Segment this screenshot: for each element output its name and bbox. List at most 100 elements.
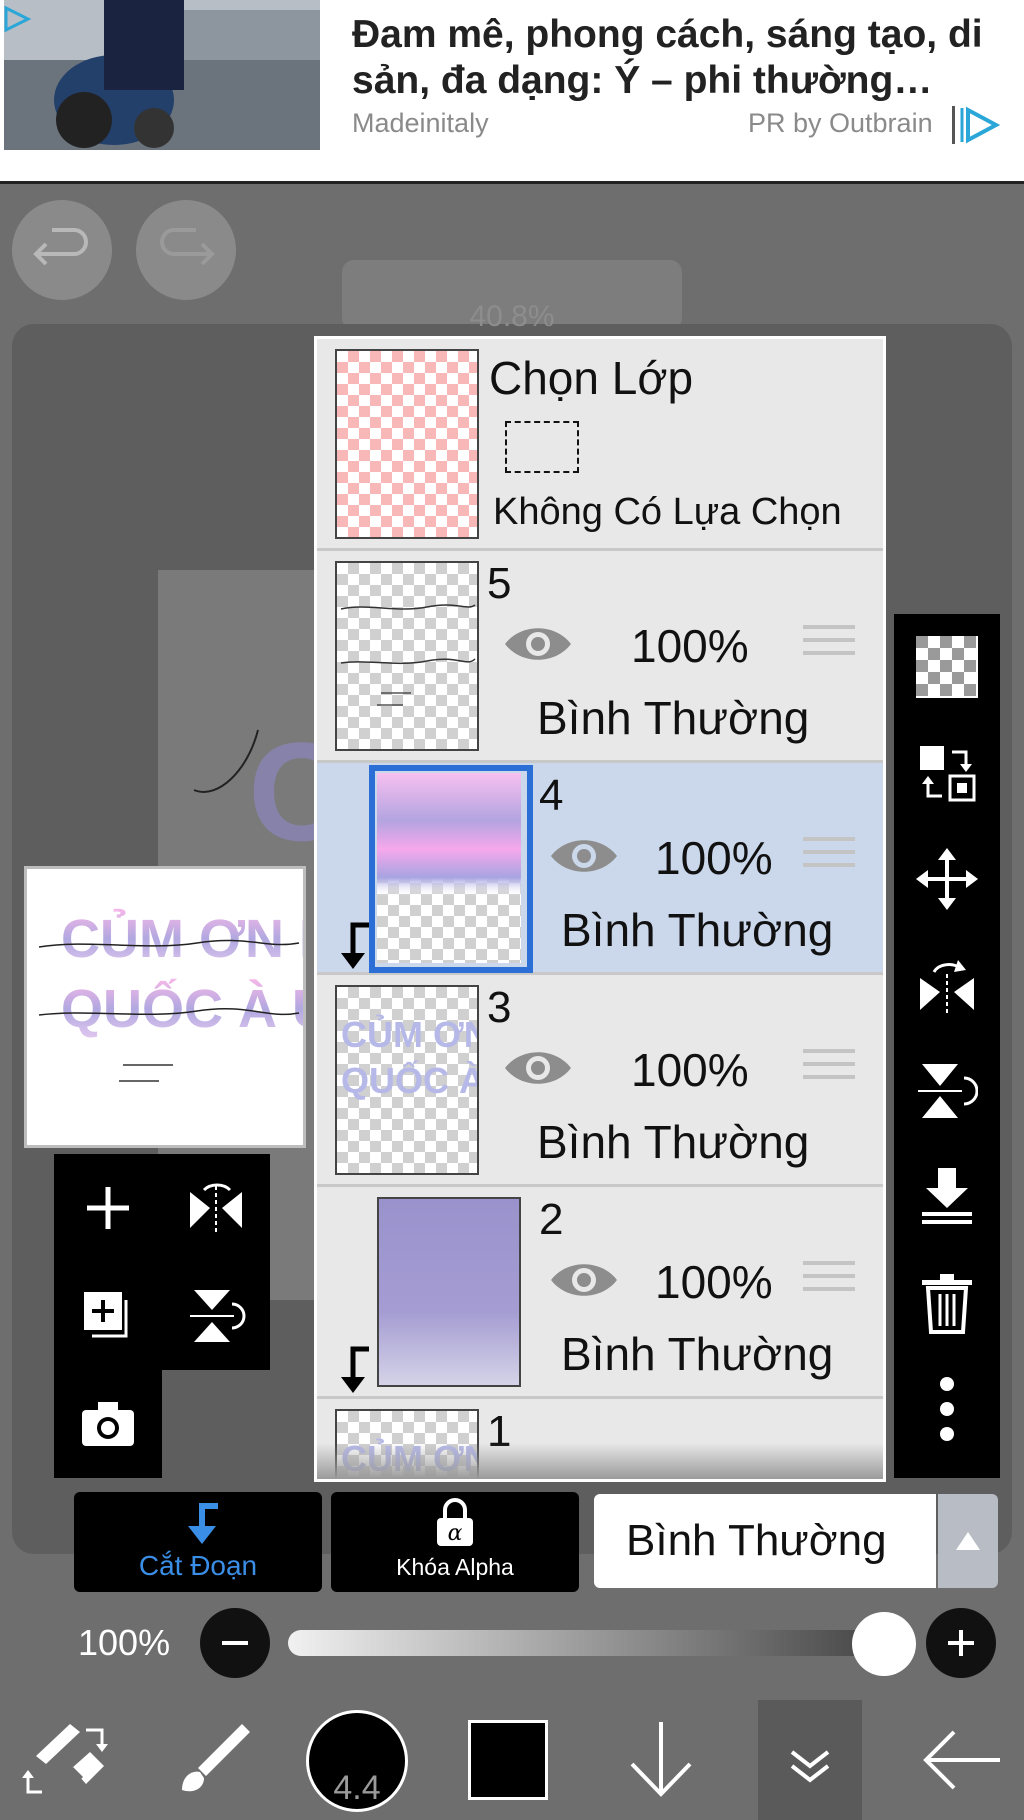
svg-text:C: C xyxy=(248,713,318,870)
opacity-slider-thumb[interactable] xyxy=(852,1612,916,1676)
eye-icon[interactable] xyxy=(549,831,619,881)
selection-layer-title: Chọn Lớp xyxy=(489,352,694,404)
swap-layer-button[interactable] xyxy=(894,720,1000,826)
plus-icon xyxy=(87,1187,129,1229)
layer-thumbnail xyxy=(335,561,479,751)
flip-vertical-icon xyxy=(918,1064,978,1118)
layer-row[interactable]: 5 100% Bình Thường xyxy=(317,551,883,763)
blend-mode-value: Bình Thường xyxy=(626,1516,887,1565)
delete-layer-button[interactable] xyxy=(894,1250,1000,1356)
eye-icon[interactable] xyxy=(503,1043,573,1093)
ad-source: Madeinitaly xyxy=(352,108,489,138)
layer-thumbnail: CỦM ƠN BN QUỐC À UJ xyxy=(335,985,552,1175)
eye-icon[interactable] xyxy=(549,1255,619,1305)
layer-opacity: 100% xyxy=(655,832,773,884)
brush-size-value: 4.4 xyxy=(333,1769,381,1807)
clip-arrow-icon xyxy=(341,922,369,969)
flip-vertical-button[interactable] xyxy=(162,1262,270,1370)
eye-icon[interactable] xyxy=(503,619,573,669)
layer-opacity: 100% xyxy=(631,1044,749,1096)
undo-icon xyxy=(33,228,88,266)
blend-mode-select[interactable]: Bình Thường xyxy=(594,1494,936,1588)
add-layer-icon xyxy=(84,1292,128,1338)
ad-divider xyxy=(952,106,955,144)
layer-blend-mode: Bình Thường xyxy=(537,692,810,744)
layer-down-button[interactable] xyxy=(616,1716,706,1802)
layer-blend-mode: Bình Thường xyxy=(537,1116,810,1168)
brush-icon xyxy=(182,1724,250,1792)
redo-button[interactable] xyxy=(136,200,236,300)
back-button[interactable] xyxy=(916,1716,1006,1802)
opacity-slider-track[interactable] xyxy=(288,1630,898,1656)
zoom-label: 40.8% xyxy=(469,300,555,333)
layer-thumbnail xyxy=(377,773,521,963)
opacity-decrease-button[interactable] xyxy=(200,1608,270,1678)
clipping-button[interactable]: Cắt Đoạn xyxy=(74,1492,322,1592)
more-options-button[interactable] xyxy=(894,1356,1000,1462)
checker-icon xyxy=(916,636,978,698)
flip-horizontal-button[interactable] xyxy=(894,932,1000,1038)
layers-toggle-button[interactable] xyxy=(758,1700,862,1820)
chevron-up-icon xyxy=(956,1532,980,1550)
camera-button[interactable] xyxy=(54,1370,162,1478)
ad-image[interactable] xyxy=(4,0,320,150)
redo-icon xyxy=(160,228,215,266)
opacity-value: 100% xyxy=(78,1622,171,1663)
eraser-swap-icon xyxy=(22,1724,108,1794)
canvas-thumbnail[interactable]: CỦM ƠN BN QUỐC À UJ xyxy=(24,866,306,1148)
layer-row[interactable]: 2 100% Bình Thường xyxy=(317,1187,883,1399)
drag-handle-icon[interactable] xyxy=(803,625,855,665)
flip-layer-button[interactable] xyxy=(162,1154,270,1262)
brush-tool-button[interactable] xyxy=(168,1716,258,1802)
ad-title[interactable]: Đam mê, phong cách, sáng tạo, di sản, đa… xyxy=(352,12,1012,104)
drag-handle-icon[interactable] xyxy=(803,1049,855,1089)
selection-thumbnail xyxy=(335,349,479,539)
brush-size-button[interactable]: 4.4 xyxy=(306,1710,408,1812)
move-button[interactable] xyxy=(894,826,1000,932)
opacity-increase-button[interactable] xyxy=(926,1608,996,1678)
outbrain-icon[interactable] xyxy=(960,104,1002,146)
ad-sponsor[interactable]: PR by Outbrain xyxy=(748,108,933,139)
more-vertical-icon xyxy=(940,1377,954,1441)
clip-arrow-icon xyxy=(341,1346,369,1393)
swap-layer-icon xyxy=(920,746,976,802)
layer-number: 2 xyxy=(539,1195,564,1244)
chevron-double-down-icon xyxy=(790,1750,830,1783)
color-swatch-button[interactable] xyxy=(468,1720,548,1800)
adchoices-icon[interactable] xyxy=(2,4,32,34)
duplicate-layer-button[interactable] xyxy=(54,1262,162,1370)
flip-horizontal-icon xyxy=(920,960,974,1014)
clip-arrow-icon xyxy=(188,1503,218,1544)
layer-thumbnail xyxy=(377,1197,521,1387)
drag-handle-icon[interactable] xyxy=(803,837,855,877)
layer-opacity: 100% xyxy=(631,620,749,672)
layer-row-selected[interactable]: 4 100% Bình Thường xyxy=(317,763,883,975)
layer-blend-mode: Bình Thường xyxy=(561,904,834,956)
arrow-down-icon xyxy=(630,1722,692,1797)
layer-opacity: 100% xyxy=(655,1256,773,1308)
layer-row[interactable]: CỦM ƠN BN QUỐC À UJ 3 100% Bình Thường xyxy=(317,975,883,1187)
back-arrow-icon xyxy=(923,1730,1000,1790)
trash-icon xyxy=(922,1274,972,1334)
scroll-fade xyxy=(317,1443,883,1479)
svg-text:α: α xyxy=(448,1521,463,1546)
selection-layer[interactable]: Chọn Lớp Không Có Lựa Chọn xyxy=(317,339,883,551)
flip-vertical-button[interactable] xyxy=(894,1038,1000,1144)
layer-number: 3 xyxy=(487,983,512,1032)
alpha-lock-button[interactable]: α Khóa Alpha xyxy=(331,1492,579,1592)
svg-text:QUỐC À UJ: QUỐC À UJ xyxy=(341,1059,477,1101)
flip-rotate-icon xyxy=(190,1183,242,1232)
undo-button[interactable] xyxy=(12,200,112,300)
left-toolbar xyxy=(54,1154,270,1478)
merge-down-button[interactable] xyxy=(894,1144,1000,1250)
tool-swap-button[interactable] xyxy=(20,1716,110,1802)
blend-mode-dropdown-button[interactable] xyxy=(938,1494,998,1588)
drag-handle-icon[interactable] xyxy=(803,1261,855,1301)
layers-panel: Chọn Lớp Không Có Lựa Chọn 5 100% Bình T… xyxy=(314,336,886,1482)
new-transparent-layer-button[interactable] xyxy=(894,614,1000,720)
flip-vertical-icon xyxy=(190,1290,246,1342)
ad-banner[interactable]: Đam mê, phong cách, sáng tạo, di sản, đa… xyxy=(0,0,1024,184)
layer-blend-mode: Bình Thường xyxy=(561,1328,834,1380)
add-layer-button[interactable] xyxy=(54,1154,162,1262)
selection-marquee-icon xyxy=(505,421,579,473)
